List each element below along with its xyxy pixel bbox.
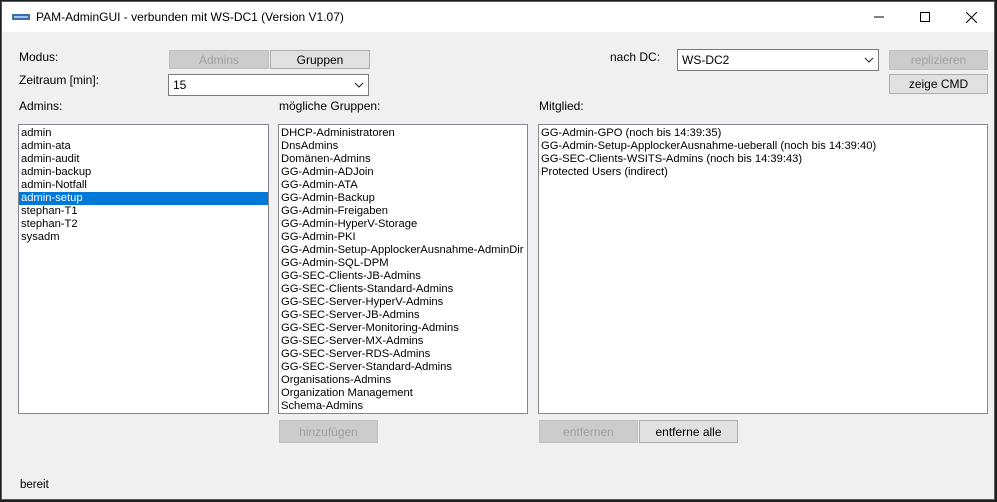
list-item[interactable]: admin-Notfall xyxy=(19,179,268,192)
member-list: GG-Admin-GPO (noch bis 14:39:35) GG-Admin… xyxy=(539,125,987,179)
status-text: bereit xyxy=(20,479,49,491)
list-item[interactable]: GG-SEC-Clients-Standard-Admins xyxy=(279,283,527,296)
admins-listbox[interactable]: admin admin-ata admin-audit admin-backup adm… xyxy=(18,124,269,414)
timerange-select[interactable]: 15 xyxy=(168,74,369,96)
list-item[interactable]: Schema-Admins xyxy=(279,400,527,413)
list-item[interactable]: admin-ata xyxy=(19,140,268,153)
dc-select[interactable]: WS-DC2 xyxy=(677,49,879,71)
list-item[interactable]: GG-Admin-Setup-ApplockerAusnahme-AdminDi… xyxy=(279,244,527,257)
close-button[interactable] xyxy=(948,2,994,32)
list-item[interactable]: GG-Admin-ADJoin xyxy=(279,166,527,179)
list-item[interactable]: GG-Admin-Freigaben xyxy=(279,205,527,218)
timerange-label: Zeitraum [min]: xyxy=(19,73,100,87)
dc-value: WS-DC2 xyxy=(682,53,730,67)
list-item[interactable]: GG-SEC-Clients-WSITS-Admins (noch bis 14… xyxy=(539,153,987,166)
list-item[interactable]: DHCP-Administratoren xyxy=(279,127,527,140)
timerange-value: 15 xyxy=(173,78,187,92)
window-title: PAM-AdminGUI - verbunden mit WS-DC1 (Ver… xyxy=(36,10,344,24)
list-item[interactable]: GG-SEC-Server-HyperV-Admins xyxy=(279,296,527,309)
list-item[interactable]: Organisations-Admins xyxy=(279,374,527,387)
list-item[interactable]: GG-SEC-Server-RDS-Admins xyxy=(279,348,527,361)
title-bar[interactable]: PAM-AdminGUI - verbunden mit WS-DC1 (Ver… xyxy=(2,2,994,32)
dc-label: nach DC: xyxy=(610,50,661,64)
close-icon xyxy=(965,11,977,23)
groups-label: mögliche Gruppen: xyxy=(279,99,381,113)
groups-list: DHCP-Administratoren DnsAdmins Domänen-Adm… xyxy=(279,125,527,413)
list-item[interactable]: stephan-T2 xyxy=(19,218,268,231)
list-item[interactable]: Organization Management xyxy=(279,387,527,400)
list-item[interactable]: GG-SEC-Clients-JB-Admins xyxy=(279,270,527,283)
list-item[interactable]: DnsAdmins xyxy=(279,140,527,153)
show-cmd-button[interactable]: zeige CMD xyxy=(889,74,988,94)
list-item[interactable]: GG-Admin-ATA xyxy=(279,179,527,192)
member-label: Mitglied: xyxy=(539,99,584,113)
list-item[interactable]: GG-SEC-Server-Monitoring-Admins xyxy=(279,322,527,335)
add-button[interactable]: hinzufügen xyxy=(279,420,378,443)
minimize-icon xyxy=(874,16,884,18)
replicate-button[interactable]: replizieren xyxy=(889,50,988,70)
list-item[interactable]: GG-SEC-Server-Standard-Admins xyxy=(279,361,527,374)
main-window: PAM-AdminGUI - verbunden mit WS-DC1 (Ver… xyxy=(1,1,995,500)
mode-label: Modus: xyxy=(19,50,59,64)
minimize-button[interactable] xyxy=(856,2,902,32)
member-listbox[interactable]: GG-Admin-GPO (noch bis 14:39:35) GG-Admin… xyxy=(538,124,988,414)
list-item[interactable]: GG-Admin-SQL-DPM xyxy=(279,257,527,270)
list-item[interactable]: GG-SEC-Server-JB-Admins xyxy=(279,309,527,322)
remove-all-button[interactable]: entferne alle xyxy=(639,420,738,443)
chevron-down-icon xyxy=(354,82,364,88)
remove-button[interactable]: entfernen xyxy=(539,420,638,443)
maximize-button[interactable] xyxy=(902,2,948,32)
list-item[interactable]: GG-Admin-GPO (noch bis 14:39:35) xyxy=(539,127,987,140)
list-item[interactable]: admin-backup xyxy=(19,166,268,179)
list-item[interactable]: sysadm xyxy=(19,231,268,244)
list-item[interactable]: Protected Users (indirect) xyxy=(539,166,987,179)
list-item[interactable]: admin-setup xyxy=(19,192,268,205)
list-item[interactable]: GG-Admin-Backup xyxy=(279,192,527,205)
admins-list: admin admin-ata admin-audit admin-backup adm… xyxy=(19,125,268,244)
list-item[interactable]: admin xyxy=(19,127,268,140)
maximize-icon xyxy=(920,12,930,22)
admins-mode-button[interactable]: Admins xyxy=(169,50,269,69)
list-item[interactable]: Domänen-Admins xyxy=(279,153,527,166)
list-item[interactable]: GG-Admin-HyperV-Storage xyxy=(279,218,527,231)
app-icon xyxy=(12,14,30,20)
chevron-down-icon xyxy=(864,57,874,63)
admins-label: Admins: xyxy=(19,99,63,113)
list-item[interactable]: admin-audit xyxy=(19,153,268,166)
list-item[interactable]: GG-SEC-Server-MX-Admins xyxy=(279,335,527,348)
list-item[interactable]: GG-Admin-Setup-ApplockerAusnahme-ueberal… xyxy=(539,140,987,153)
list-item[interactable]: GG-Admin-PKI xyxy=(279,231,527,244)
groups-mode-button[interactable]: Gruppen xyxy=(270,50,370,69)
list-item[interactable]: stephan-T1 xyxy=(19,205,268,218)
groups-listbox[interactable]: DHCP-Administratoren DnsAdmins Domänen-Adm… xyxy=(278,124,528,414)
